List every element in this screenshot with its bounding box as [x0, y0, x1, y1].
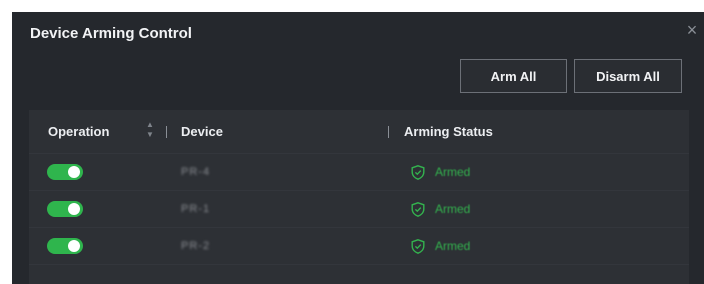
- shield-icon: [411, 238, 425, 254]
- table-header: Operation ▲ ▼ Device Arming Status: [29, 110, 689, 153]
- status-text: Armed: [435, 202, 471, 216]
- device-table: Operation ▲ ▼ Device Arming Status PR-4 A…: [29, 110, 689, 284]
- disarm-all-button[interactable]: Disarm All: [574, 59, 682, 93]
- toggle-knob: [68, 240, 80, 252]
- arming-status: Armed: [411, 201, 470, 217]
- device-name: PR-1: [181, 203, 211, 215]
- toggle-knob: [68, 203, 80, 215]
- shield-icon: [411, 164, 425, 180]
- operation-toggle[interactable]: [47, 164, 83, 180]
- column-divider[interactable]: [166, 126, 167, 138]
- shield-icon: [411, 201, 425, 217]
- toggle-knob: [68, 166, 80, 178]
- operation-toggle[interactable]: [47, 201, 83, 217]
- column-header-arming-status: Arming Status: [404, 124, 493, 139]
- arming-status: Armed: [411, 164, 470, 180]
- table-row: PR-4 Armed: [29, 153, 689, 191]
- arming-status: Armed: [411, 238, 470, 254]
- dialog-title: Device Arming Control: [30, 25, 192, 42]
- status-text: Armed: [435, 239, 471, 253]
- table-row: PR-1 Armed: [29, 190, 689, 228]
- column-header-device: Device: [181, 124, 223, 139]
- arm-all-button[interactable]: Arm All: [460, 59, 567, 93]
- operation-toggle[interactable]: [47, 238, 83, 254]
- table-row-empty: [29, 264, 689, 284]
- sort-icon[interactable]: ▲ ▼: [144, 120, 156, 142]
- device-name: PR-2: [181, 240, 211, 252]
- status-text: Armed: [435, 165, 471, 179]
- column-divider[interactable]: [388, 126, 389, 138]
- close-icon[interactable]: ×: [684, 21, 700, 39]
- table-row: PR-2 Armed: [29, 227, 689, 265]
- column-header-operation: Operation: [48, 124, 110, 139]
- device-name: PR-4: [181, 166, 211, 178]
- device-arming-dialog: Device Arming Control × Arm All Disarm A…: [12, 12, 704, 284]
